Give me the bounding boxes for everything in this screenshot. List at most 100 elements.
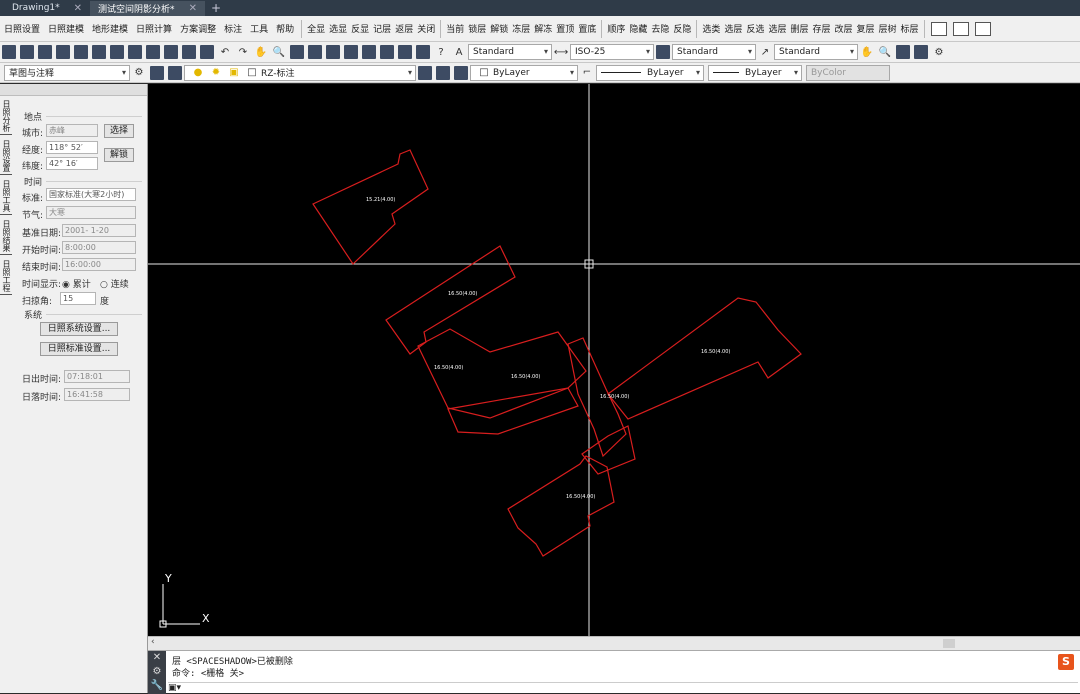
publish-icon[interactable]	[110, 45, 124, 59]
workspace-settings-icon[interactable]: ⚙	[132, 66, 146, 80]
window-tool-icon[interactable]	[930, 21, 947, 36]
layer-select[interactable]: ● ✹ ▣ □ RZ-标注 ▾	[184, 64, 416, 81]
layer-tool[interactable]: 隐藏	[627, 22, 649, 35]
layer-tool[interactable]: 反显	[349, 22, 371, 35]
markup-icon[interactable]	[398, 45, 412, 59]
layer-tool[interactable]: 选层	[766, 22, 788, 35]
print-preview-icon[interactable]	[74, 45, 88, 59]
layer-tool[interactable]: 冻层	[510, 22, 532, 35]
layer-tool[interactable]: 关闭	[415, 22, 437, 35]
save-icon[interactable]	[38, 45, 52, 59]
layer-tool[interactable]: 全显	[305, 22, 327, 35]
layer-tool[interactable]: 当前	[444, 22, 466, 35]
layer-tool[interactable]: 复层	[855, 22, 877, 35]
tool-palettes-icon[interactable]	[362, 45, 376, 59]
radio-continuous[interactable]: ○ 连续	[100, 277, 129, 290]
sunlight-standard-settings-button[interactable]: 日照标准设置...	[40, 342, 118, 356]
drawing-canvas[interactable]: 15.21(4.00) 16.50(4.00) 16.50(4.00) 16.5…	[148, 84, 1080, 636]
sunlight-system-settings-button[interactable]: 日照系统设置...	[40, 322, 118, 336]
scroll-left-icon[interactable]: ‹	[151, 637, 155, 647]
layer-tool[interactable]: 选类	[700, 22, 722, 35]
latitude-field[interactable]: 42° 16′	[46, 157, 98, 170]
workspace-select[interactable]: 草图与注释 ▾	[4, 64, 130, 81]
building-outline[interactable]	[507, 455, 615, 557]
layer-tool[interactable]: 存层	[810, 22, 832, 35]
layer-tool[interactable]: 解冻	[532, 22, 554, 35]
layer-tool[interactable]: 去隐	[649, 22, 671, 35]
end-time-field[interactable]: 16:00:00	[62, 258, 136, 271]
viewcube-icon[interactable]	[914, 45, 928, 59]
orbit-icon[interactable]	[896, 45, 910, 59]
close-icon[interactable]: ✕	[148, 651, 166, 665]
dim-style-select[interactable]: ISO-25 ▾	[570, 44, 654, 60]
mleader-style-icon[interactable]: ↗	[758, 45, 772, 59]
menu-item-annotate[interactable]: 标注	[220, 22, 246, 35]
window-tool-icon[interactable]	[974, 21, 991, 36]
layer-tool[interactable]: 顺序	[605, 22, 627, 35]
menu-item-sunlight-modeling[interactable]: 日照建模	[44, 22, 88, 35]
vtab-sunlight-project[interactable]: 日照工程	[0, 258, 12, 295]
building-outline[interactable]	[607, 297, 802, 420]
layer-iso-icon[interactable]	[454, 65, 468, 80]
radio-cumulative[interactable]: ◉ 累计	[62, 277, 91, 290]
calculator-icon[interactable]	[416, 45, 430, 59]
dim-style-icon[interactable]: ⟷	[554, 45, 568, 59]
vtab-sunlight-tools[interactable]: 日照工具	[0, 178, 12, 215]
building-outline[interactable]	[385, 245, 516, 355]
help-icon[interactable]: ?	[434, 45, 448, 59]
command-input[interactable]: ▣▾	[168, 682, 1078, 694]
layer-tool[interactable]: 解锁	[488, 22, 510, 35]
building-outline[interactable]	[447, 387, 579, 435]
tab-shadow-analysis[interactable]: 测试空间阴影分析* ✕	[90, 0, 205, 16]
wrench-icon[interactable]: 🔧	[148, 679, 166, 693]
menu-item-sunlight-settings[interactable]: 日照设置	[0, 22, 44, 35]
design-center-icon[interactable]	[344, 45, 358, 59]
menu-item-help[interactable]: 帮助	[272, 22, 298, 35]
layer-state-icon[interactable]	[168, 65, 182, 80]
properties-icon[interactable]	[326, 45, 340, 59]
select-city-button[interactable]: 选择	[104, 124, 134, 138]
start-time-field[interactable]: 8:00:00	[62, 241, 136, 254]
make-current-icon[interactable]	[418, 65, 432, 80]
pan-icon[interactable]: ✋	[254, 45, 268, 59]
pan-hand-icon[interactable]: ✋	[860, 45, 874, 59]
layer-manager-icon[interactable]	[150, 65, 164, 80]
table-style-icon[interactable]	[656, 45, 670, 59]
layer-tool[interactable]: 选层	[722, 22, 744, 35]
layer-tool[interactable]: 置底	[576, 22, 598, 35]
block-editor-icon[interactable]	[200, 45, 214, 59]
menu-item-sunlight-calc[interactable]: 日照计算	[132, 22, 176, 35]
zoom-previous-icon[interactable]	[308, 45, 322, 59]
copy-icon[interactable]	[146, 45, 160, 59]
scrollbar-thumb[interactable]	[943, 639, 955, 648]
menu-item-tools[interactable]: 工具	[246, 22, 272, 35]
layer-tool[interactable]: 选显	[327, 22, 349, 35]
menu-item-terrain-modeling[interactable]: 地形建模	[88, 22, 132, 35]
horizontal-scrollbar[interactable]: ‹	[148, 636, 1080, 650]
sheet-set-icon[interactable]	[380, 45, 394, 59]
new-file-icon[interactable]	[2, 45, 16, 59]
layer-tool[interactable]: 锁层	[466, 22, 488, 35]
lineweight-select[interactable]: ByLayer ▾	[708, 64, 802, 81]
building-outline[interactable]	[312, 149, 429, 265]
unlock-button[interactable]: 解锁	[104, 148, 134, 162]
longitude-field[interactable]: 118° 52′	[46, 141, 98, 154]
vtab-sunlight-analysis[interactable]: 日照分析	[0, 98, 12, 135]
zoom-realtime-icon[interactable]: 🔍	[272, 45, 286, 59]
zoom-icon[interactable]: 🔍	[878, 45, 892, 59]
layer-tool[interactable]: 返层	[393, 22, 415, 35]
layer-tool[interactable]: 置顶	[554, 22, 576, 35]
layer-tool[interactable]: 反隐	[671, 22, 693, 35]
undo-icon[interactable]: ↶	[218, 45, 232, 59]
tab-drawing1[interactable]: Drawing1* ✕	[4, 1, 90, 16]
layer-tool[interactable]: 改层	[832, 22, 854, 35]
linetype-select[interactable]: ByLayer ▾	[596, 64, 704, 81]
building-outline[interactable]	[417, 328, 587, 419]
text-style-select[interactable]: Standard ▾	[468, 44, 552, 60]
layer-tool[interactable]: 记层	[371, 22, 393, 35]
color-select[interactable]: □ ByLayer ▾	[470, 64, 578, 81]
standard-select[interactable]: 国家标准(大寒2小时)	[46, 188, 136, 201]
text-style-icon[interactable]: A	[452, 45, 466, 59]
window-tool-icon[interactable]	[952, 21, 969, 36]
table-style-select[interactable]: Standard ▾	[672, 44, 756, 60]
